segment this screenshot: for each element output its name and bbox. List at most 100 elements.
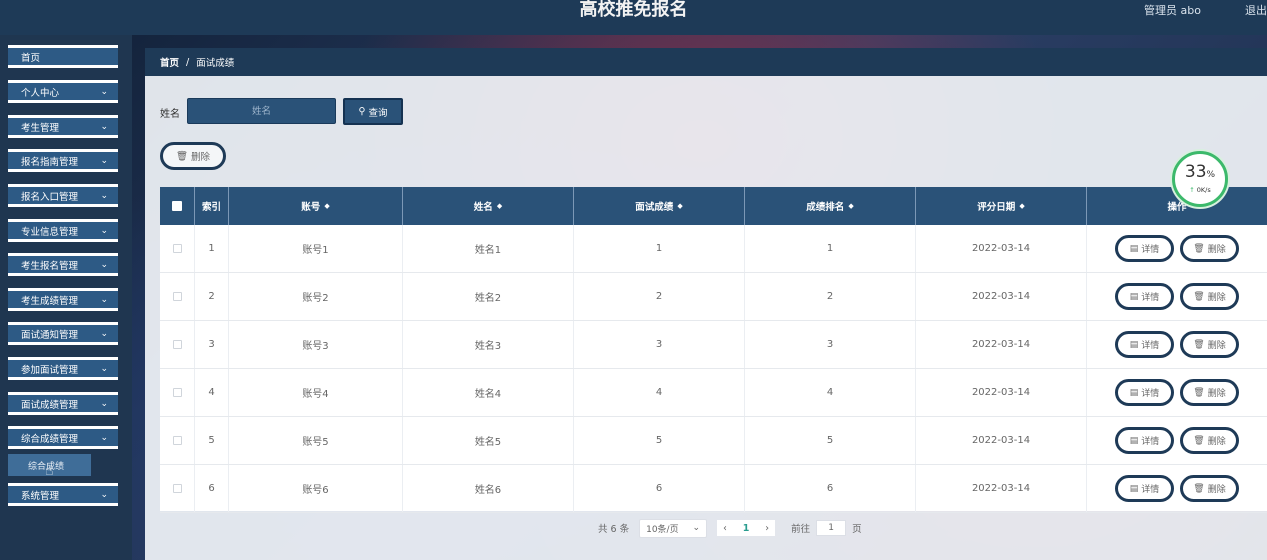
detail-button[interactable]: ▤ 详情 <box>1115 331 1174 358</box>
table-cell-name: 姓名6 <box>403 465 574 512</box>
detail-button-label: 详情 <box>1141 437 1160 447</box>
table-cell-score: 5 <box>574 417 745 464</box>
table-cell-rank: 3 <box>745 321 916 368</box>
sidebar-menu-label: 面试成绩管理 <box>21 399 79 411</box>
delete-button[interactable]: 🗑 删除 <box>1180 235 1239 262</box>
detail-button-label: 详情 <box>1141 389 1160 399</box>
table-cell-name: 姓名2 <box>403 273 574 320</box>
row-select-cell[interactable] <box>160 225 195 272</box>
document-icon: ▤ <box>1129 387 1139 398</box>
sidebar-menu-item[interactable]: 专业信息管理 ⌄ <box>8 219 118 242</box>
row-select-cell[interactable] <box>160 465 195 512</box>
row-actions: ▤ 详情 🗑 删除 <box>1087 273 1267 320</box>
row-select-cell[interactable] <box>160 369 195 416</box>
trash-icon: 🗑 <box>1193 435 1205 446</box>
chevron-down-icon: ⌄ <box>100 259 108 270</box>
chevron-down-icon: ⌄ <box>100 328 108 339</box>
pagination: 共 6 条 10条/页 ⌄ ‹ 1 › 前往 1 页 <box>598 518 862 538</box>
sort-icon[interactable]: ◆ <box>497 202 502 210</box>
breadcrumb-home[interactable]: 首页 <box>160 55 179 69</box>
sidebar-menu-label: 报名指南管理 <box>21 156 79 168</box>
column-header-date[interactable]: 评分日期 ◆ <box>916 187 1087 225</box>
sort-icon[interactable]: ◆ <box>324 202 329 210</box>
sort-icon[interactable]: ◆ <box>677 202 682 210</box>
row-checkbox[interactable] <box>172 340 182 349</box>
search-button[interactable]: ⚲ 查询 <box>343 98 403 125</box>
delete-button[interactable]: 🗑 删除 <box>1180 379 1239 406</box>
detail-button[interactable]: ▤ 详情 <box>1115 475 1174 502</box>
row-checkbox[interactable] <box>172 436 182 445</box>
sidebar-menu-item[interactable]: 考生成绩管理 ⌄ <box>8 288 118 311</box>
sidebar-menu-item[interactable]: 面试成绩管理 ⌄ <box>8 392 118 415</box>
table-cell-score: 1 <box>574 225 745 272</box>
column-header-account[interactable]: 账号 ◆ <box>229 187 403 225</box>
sidebar-menu-item[interactable]: 考生管理 ⌄ <box>8 115 118 138</box>
next-page-button[interactable]: › <box>765 523 769 534</box>
table-cell-account: 账号1 <box>229 225 403 272</box>
sidebar-menu-item[interactable]: 个人中心 ⌄ <box>8 80 118 103</box>
detail-button[interactable]: ▤ 详情 <box>1115 283 1174 310</box>
sidebar-menu-item[interactable]: 考生报名管理 ⌄ <box>8 253 118 276</box>
detail-button[interactable]: ▤ 详情 <box>1115 427 1174 454</box>
detail-button[interactable]: ▤ 详情 <box>1115 379 1174 406</box>
sidebar-menu-item[interactable]: 综合成绩管理 ⌄ <box>8 426 118 449</box>
table-cell-name: 姓名1 <box>403 225 574 272</box>
prev-page-button[interactable]: ‹ <box>723 523 727 534</box>
table-cell-index: 3 <box>195 321 229 368</box>
sidebar-menu-item[interactable]: 报名指南管理 ⌄ <box>8 149 118 172</box>
sidebar-menu-item[interactable]: 首页 <box>8 45 118 68</box>
sidebar-menu-label: 参加面试管理 <box>21 364 79 376</box>
table-cell-date: 2022-03-14 <box>916 369 1087 416</box>
search-label: 姓名 <box>160 109 180 120</box>
sidebar-menu-label: 考生管理 <box>21 122 60 134</box>
current-page[interactable]: 1 <box>743 523 750 534</box>
select-all-cell[interactable] <box>160 187 195 225</box>
batch-delete-button[interactable]: 🗑 删除 <box>160 142 226 170</box>
row-checkbox[interactable] <box>172 388 182 397</box>
delete-button[interactable]: 🗑 删除 <box>1180 331 1239 358</box>
document-icon: ▤ <box>1129 291 1139 302</box>
row-select-cell[interactable] <box>160 417 195 464</box>
table-cell-score: 3 <box>574 321 745 368</box>
sidebar-menu-item[interactable]: 系统管理 ⌄ <box>8 483 118 506</box>
row-checkbox[interactable] <box>172 244 182 253</box>
delete-button[interactable]: 🗑 删除 <box>1180 475 1239 502</box>
app-title: 高校推免报名 <box>579 0 688 20</box>
sort-icon[interactable]: ◆ <box>1019 202 1024 210</box>
page-size-select[interactable]: 10条/页 ⌄ <box>639 518 708 538</box>
row-checkbox[interactable] <box>172 292 182 301</box>
table-row: 5 账号5 姓名5 5 5 2022-03-14 ▤ 详情 🗑 删除 <box>160 417 1267 465</box>
column-header-score[interactable]: 面试成绩 ◆ <box>574 187 745 225</box>
row-select-cell[interactable] <box>160 273 195 320</box>
logout-link[interactable]: 退出 <box>1245 2 1267 18</box>
select-all-checkbox[interactable] <box>172 201 182 211</box>
total-count: 共 6 条 <box>598 524 630 535</box>
row-select-cell[interactable] <box>160 321 195 368</box>
net-speed: ↑ 0K/s <box>1189 186 1211 194</box>
delete-button[interactable]: 🗑 删除 <box>1180 283 1239 310</box>
delete-button[interactable]: 🗑 删除 <box>1180 427 1239 454</box>
detail-button-label: 详情 <box>1141 293 1160 303</box>
delete-button-label: 删除 <box>1207 245 1226 255</box>
chevron-down-icon: ⌄ <box>100 121 108 132</box>
document-icon: ▤ <box>1129 243 1139 254</box>
column-header-rank[interactable]: 成绩排名 ◆ <box>745 187 916 225</box>
sidebar-menu-item[interactable]: 面试通知管理 ⌄ <box>8 322 118 345</box>
sort-icon[interactable]: ◆ <box>848 202 853 210</box>
search-input[interactable] <box>187 98 336 124</box>
row-checkbox[interactable] <box>172 484 182 493</box>
detail-button[interactable]: ▤ 详情 <box>1115 235 1174 262</box>
sidebar-menu-label: 专业信息管理 <box>21 226 79 238</box>
chevron-down-icon: ⌄ <box>100 86 108 97</box>
table-cell-index: 6 <box>195 465 229 512</box>
goto-label: 前往 <box>791 524 811 535</box>
sidebar-menu-label: 首页 <box>21 52 41 64</box>
column-header-name[interactable]: 姓名 ◆ <box>403 187 574 225</box>
sidebar-menu-item[interactable]: 参加面试管理 ⌄ <box>8 357 118 380</box>
sidebar-menu-item[interactable]: 报名入口管理 ⌄ <box>8 184 118 207</box>
table-cell-name: 姓名5 <box>403 417 574 464</box>
network-speed-widget[interactable]: 33% ↑ 0K/s <box>1172 151 1228 207</box>
chevron-down-icon: ⌄ <box>100 432 108 443</box>
goto-page-input[interactable]: 1 <box>816 520 847 536</box>
chevron-down-icon: ⌄ <box>100 155 108 166</box>
